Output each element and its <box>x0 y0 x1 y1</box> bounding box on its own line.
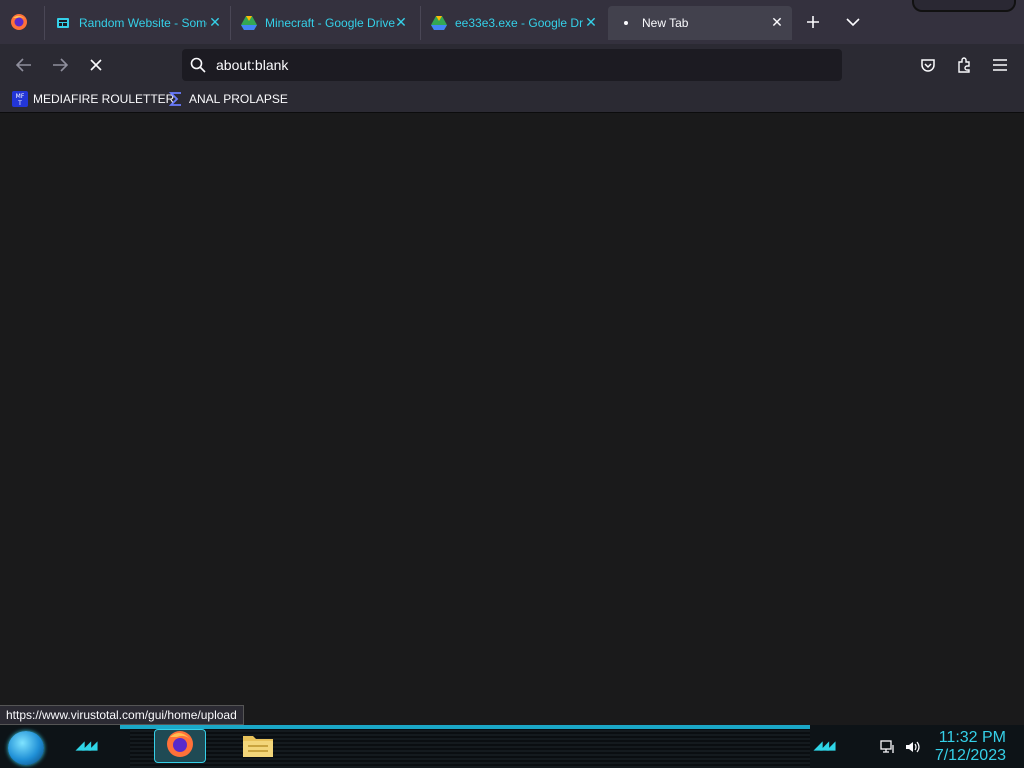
volume-icon[interactable] <box>904 739 920 755</box>
hamburger-menu-icon[interactable] <box>987 53 1013 77</box>
svg-text:MF: MF <box>16 93 25 100</box>
tab-title: New Tab <box>642 16 689 30</box>
system-clock[interactable]: 11:32 PM 7/12/2023 <box>935 729 1006 765</box>
url-bar[interactable]: about:blank <box>182 49 842 81</box>
search-icon <box>190 57 206 73</box>
taskbar: ◢◢◢ ◢◢◢ 11:32 PM 7/12/2023 <box>0 725 1024 768</box>
close-tab-icon[interactable]: ✕ <box>770 15 784 29</box>
tab-title: ee33e3.exe - Google Drive <box>455 16 583 30</box>
taskbar-file-explorer-button[interactable] <box>232 729 284 763</box>
tab-ee33e3-drive[interactable]: ee33e3.exe - Google Drive ✕ <box>420 6 606 40</box>
page-content <box>0 113 1024 725</box>
extensions-puzzle-icon[interactable] <box>951 53 977 77</box>
back-arrow-icon[interactable] <box>11 53 37 77</box>
url-input[interactable]: about:blank <box>216 57 288 73</box>
bookmarks-toolbar: MF T MEDIAFIRE ROULETTER ANAL PROLAPSE <box>0 86 1024 113</box>
clock-time: 11:32 PM <box>938 729 1006 746</box>
dot-icon <box>618 15 634 31</box>
pocket-icon[interactable] <box>915 53 941 77</box>
chevrons-decoration-icon: ◢◢◢ <box>814 740 835 752</box>
firefox-icon <box>165 729 195 764</box>
new-tab-plus-icon[interactable] <box>802 11 824 33</box>
bookmark-mediafire-rouletter[interactable]: MF T MEDIAFIRE ROULETTER <box>12 90 174 108</box>
tab-new-tab[interactable]: New Tab ✕ <box>608 6 792 40</box>
close-tab-icon[interactable]: ✕ <box>394 15 408 29</box>
bookmark-label: ANAL PROLAPSE <box>189 92 288 106</box>
network-icon[interactable] <box>880 739 896 755</box>
svg-text:T: T <box>17 100 22 107</box>
google-drive-icon <box>241 15 257 31</box>
start-button[interactable] <box>8 731 44 765</box>
firefox-icon[interactable] <box>10 13 28 31</box>
tab-minecraft-drive[interactable]: Minecraft - Google Drive ✕ <box>230 6 416 40</box>
tab-random-website[interactable]: Random Website - Some ✕ <box>44 6 230 40</box>
close-tab-icon[interactable]: ✕ <box>208 15 222 29</box>
link-status-panel: https://www.virustotal.com/gui/home/uplo… <box>0 705 244 725</box>
bookmark-anal-prolapse[interactable]: ANAL PROLAPSE <box>168 90 288 108</box>
list-tabs-chevron-down-icon[interactable] <box>842 11 864 33</box>
google-drive-icon <box>431 15 447 31</box>
mft-icon: MF T <box>12 91 28 107</box>
tab-title: Random Website - Some <box>79 16 207 30</box>
close-tab-icon[interactable]: ✕ <box>584 15 598 29</box>
taskbar-firefox-button[interactable] <box>154 729 206 763</box>
tab-bar: Random Website - Some ✕ Minecraft - Goog… <box>0 0 1024 44</box>
website-icon <box>55 15 71 31</box>
folder-icon <box>242 730 274 763</box>
bookmark-label: MEDIAFIRE ROULETTER <box>33 92 175 106</box>
sigma-icon <box>168 91 184 107</box>
status-url: https://www.virustotal.com/gui/home/uplo… <box>6 708 237 722</box>
clock-date: 7/12/2023 <box>934 747 1006 764</box>
stop-loading-icon[interactable] <box>83 53 109 77</box>
tab-title: Minecraft - Google Drive <box>265 16 396 30</box>
navigation-toolbar: about:blank <box>0 44 1024 86</box>
forward-arrow-icon[interactable] <box>47 53 73 77</box>
window-decoration <box>912 0 1016 12</box>
chevrons-decoration-icon: ◢◢◢ <box>76 740 97 752</box>
